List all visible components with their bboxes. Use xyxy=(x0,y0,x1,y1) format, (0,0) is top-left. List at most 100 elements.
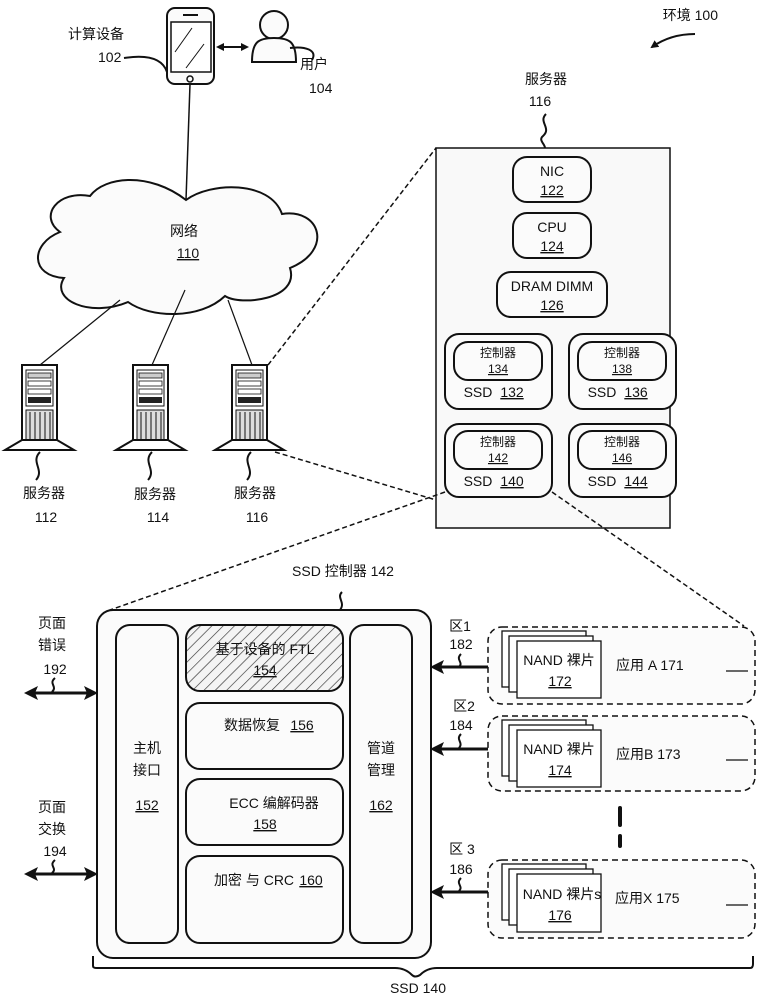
app-a-label: 应用 A 171 xyxy=(616,657,684,673)
server-112-label: 服务器 xyxy=(23,485,65,501)
controller-138-label: 控制器 xyxy=(604,346,640,360)
zone-1-label: 区1 xyxy=(449,618,471,634)
user-icon xyxy=(250,10,298,63)
nand-174 xyxy=(516,729,602,788)
ssd-132-ref: 132 xyxy=(500,384,524,400)
environment-label: 环境 100 xyxy=(663,7,718,23)
cpu-box: CPU 124 xyxy=(512,212,592,259)
host-interface-line2: 接口 xyxy=(133,762,161,778)
leader-line xyxy=(123,55,168,73)
nand-172-label: NAND 裸片 xyxy=(523,652,595,668)
zone-3-ref: 186 xyxy=(449,861,473,877)
zone-2: 区2 184 NAND 裸片 174 应用B 173 xyxy=(430,698,756,792)
data-recovery-label: 数据恢复 xyxy=(224,717,280,733)
ecc-label: ECC 编解码器 xyxy=(229,795,318,811)
ssd-136-box: 控制器 138 SSD 136 xyxy=(568,333,677,410)
server-detail-title: 服务器 xyxy=(525,71,567,87)
host-interface-ref: 152 xyxy=(135,797,159,813)
user-label: 用户 xyxy=(300,56,328,72)
host-interface-box: 主机 接口 152 xyxy=(115,624,179,944)
ftl-ref: 154 xyxy=(253,662,277,678)
dram-box: DRAM DIMM 126 xyxy=(496,271,608,318)
network-ref: 110 xyxy=(177,245,200,261)
cpu-ref: 124 xyxy=(540,238,564,254)
controller-142-label: 控制器 xyxy=(480,435,516,449)
page-error-line1: 页面 xyxy=(38,615,66,631)
nand-172 xyxy=(516,640,602,699)
ssd-controller-title: SSD 控制器 142 xyxy=(292,563,394,579)
app-x-label: 应用X 175 xyxy=(615,890,680,906)
nic-box: NIC 122 xyxy=(512,156,592,203)
nand-172-ref: 172 xyxy=(548,673,572,689)
ssd-144-ref: 144 xyxy=(624,473,648,489)
ssd-132-box: 控制器 134 SSD 132 xyxy=(444,333,553,410)
data-recovery-box: 数据恢复 156 xyxy=(185,702,344,770)
server-114-label: 服务器 xyxy=(134,486,176,502)
page-swap-line1: 页面 xyxy=(38,799,66,815)
nic-label: NIC xyxy=(540,163,564,179)
network-label: 网络 xyxy=(170,223,198,239)
ssd-144-label: SSD xyxy=(588,473,617,489)
page-swap-ref: 194 xyxy=(43,843,67,859)
ftl-box: 基于设备的 FTL 154 xyxy=(185,624,344,692)
ssd-136-ref: 136 xyxy=(624,384,648,400)
phone-network-line xyxy=(185,83,191,201)
zone-1: 区1 182 NAND 裸片 172 应用 A 171 xyxy=(430,618,756,705)
controller-146-ref: 146 xyxy=(612,451,632,465)
zone-1-ref: 182 xyxy=(449,636,473,652)
ssd-144-box: 控制器 146 SSD 144 xyxy=(568,423,677,498)
nand-174-label: NAND 裸片 xyxy=(523,741,595,757)
page-error-line2: 错误 xyxy=(38,637,66,653)
ftl-label: 基于设备的 FTL xyxy=(216,641,315,657)
server-116-label: 服务器 xyxy=(234,485,276,501)
server-detail-ref: 116 xyxy=(529,93,552,109)
host-interface-line1: 主机 xyxy=(133,740,161,756)
nand-174-ref: 174 xyxy=(548,762,572,778)
page-error-ref: 192 xyxy=(43,661,67,677)
computing-device-ref: 102 xyxy=(98,49,122,65)
dram-ref: 126 xyxy=(540,297,564,313)
zone-2-label: 区2 xyxy=(453,698,475,714)
controller-134-ref: 134 xyxy=(488,362,508,376)
environment-diagram: 环境 100 计算设备 102 用户 104 网络 110 服务器 112 服务… xyxy=(1,7,756,996)
ssd-140-label: SSD xyxy=(464,473,493,489)
nand-176-label: NAND 裸片s xyxy=(523,886,602,902)
data-recovery-ref: 156 xyxy=(290,717,314,733)
ssd-140-brace xyxy=(92,956,754,978)
server-icon xyxy=(115,364,186,451)
controller-134-label: 控制器 xyxy=(480,346,516,360)
page-swap-line2: 交换 xyxy=(38,821,66,837)
ssd-140-ref: 140 xyxy=(500,473,524,489)
ecc-ref: 158 xyxy=(253,816,277,832)
ecc-box: ECC 编解码器 158 xyxy=(185,778,344,846)
cpu-label: CPU xyxy=(537,219,567,235)
user-ref: 104 xyxy=(309,80,333,96)
channel-mgmt-line2: 管理 xyxy=(367,762,395,778)
zone-3: 区 3 186 NAND 裸片s 176 应用X 175 xyxy=(430,841,756,939)
crypto-box: 加密 与 CRC 160 xyxy=(185,855,344,944)
nand-176 xyxy=(516,873,602,933)
server-icon xyxy=(214,364,285,451)
nand-176-ref: 176 xyxy=(548,907,572,923)
controller-138-ref: 138 xyxy=(612,362,632,376)
crypto-label: 加密 与 CRC xyxy=(214,872,294,888)
channel-mgmt-line1: 管道 xyxy=(367,740,395,756)
ssd-132-label: SSD xyxy=(464,384,493,400)
zone-2-ref: 184 xyxy=(449,717,473,733)
controller-142-ref: 142 xyxy=(488,451,508,465)
ssd-140-box: 控制器 142 SSD 140 xyxy=(444,423,553,498)
crypto-ref: 160 xyxy=(299,872,323,888)
computing-device-label: 计算设备 xyxy=(68,26,124,42)
dram-label: DRAM DIMM xyxy=(511,278,593,294)
ssd-140-brace-label: SSD 140 xyxy=(390,980,446,996)
environment-arrow xyxy=(650,33,696,49)
channel-management-box: 管道 管理 162 xyxy=(349,624,413,944)
channel-mgmt-ref: 162 xyxy=(369,797,393,813)
server-112-ref: 112 xyxy=(35,509,58,525)
phone-icon xyxy=(166,7,215,85)
app-b-label: 应用B 173 xyxy=(616,746,681,762)
server-116-ref: 116 xyxy=(246,509,269,525)
nic-ref: 122 xyxy=(540,182,564,198)
server-114-ref: 114 xyxy=(147,509,170,525)
ssd-136-label: SSD xyxy=(588,384,617,400)
